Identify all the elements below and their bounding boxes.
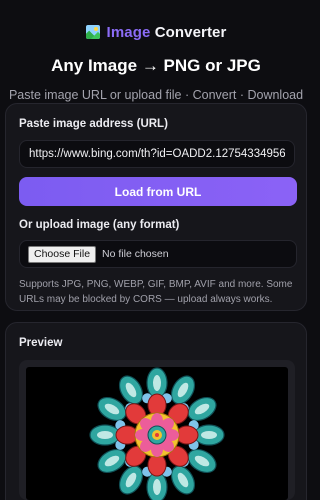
preview-frame: [19, 360, 295, 500]
page-subline: Paste image URL or upload file · Convert…: [8, 88, 304, 102]
preview-label: Preview: [19, 337, 63, 349]
framed-picture-icon: [85, 25, 100, 39]
upload-label: Or upload image (any format): [19, 219, 180, 231]
file-status: No file chosen: [102, 248, 169, 260]
url-field-wrapper: [19, 140, 295, 168]
header: Image Converter Any Image → PNG or JPG P…: [0, 0, 312, 103]
app-root: Image Converter Any Image → PNG or JPG P…: [0, 0, 312, 500]
app-title-rest: Converter: [154, 23, 227, 41]
page-headline: Any Image → PNG or JPG: [51, 56, 261, 75]
app-title-accent: Image: [106, 23, 151, 41]
app-title: Image Converter: [107, 24, 227, 41]
url-input[interactable]: [29, 148, 285, 160]
file-input[interactable]: Choose File No file chosen: [19, 240, 297, 268]
load-from-url-button[interactable]: Load from URL: [19, 177, 297, 206]
mandala-image: [89, 367, 225, 500]
brand: Image Converter: [0, 22, 312, 42]
preview-image: [26, 367, 288, 500]
preview-card: Preview: [5, 322, 307, 500]
choose-file-button[interactable]: Choose File: [28, 245, 97, 263]
format-hint: Supports JPG, PNG, WEBP, GIF, BMP, AVIF …: [19, 279, 293, 305]
input-card: Paste image address (URL) Load from URL …: [5, 103, 307, 311]
url-label: Paste image address (URL): [19, 118, 168, 130]
